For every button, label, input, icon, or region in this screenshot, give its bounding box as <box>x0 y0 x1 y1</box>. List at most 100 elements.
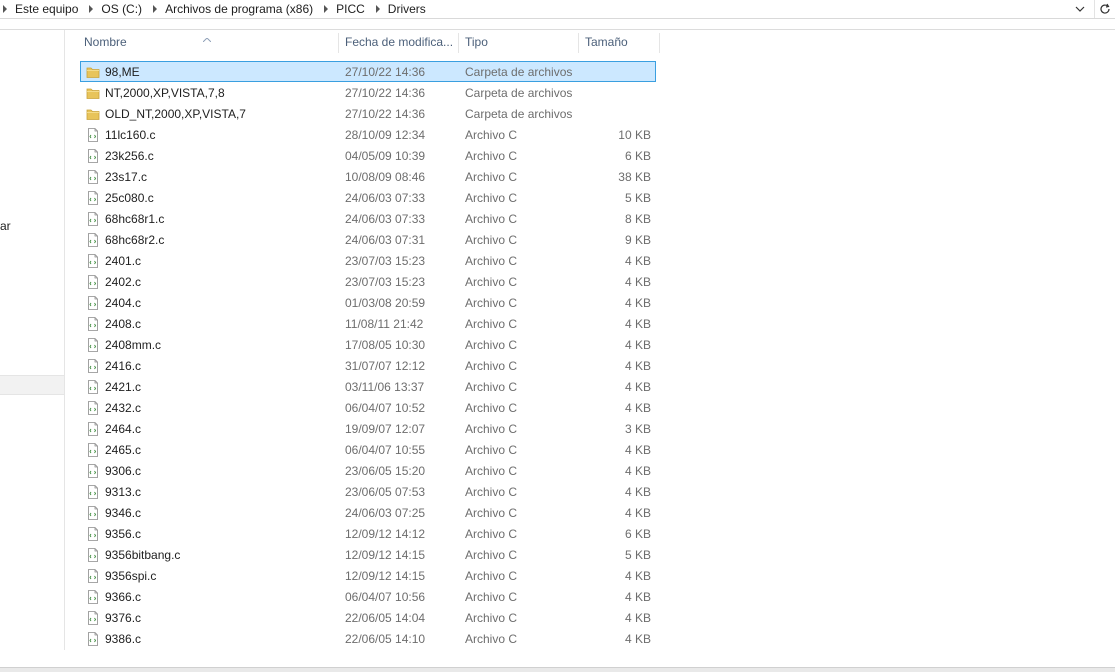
file-date: 10/08/09 08:46 <box>345 170 426 184</box>
file-date: 27/10/22 14:36 <box>345 107 426 121</box>
refresh-button[interactable] <box>1094 0 1115 18</box>
c-file-icon <box>86 485 100 499</box>
file-type: Archivo C <box>465 506 518 520</box>
file-size: 38 KB <box>618 170 651 184</box>
c-file-icon <box>86 380 100 394</box>
file-type: Archivo C <box>465 212 518 226</box>
file-date: 24/06/03 07:33 <box>345 212 426 226</box>
file-size: 5 KB <box>624 191 651 205</box>
c-file-icon <box>86 317 100 331</box>
c-file-icon <box>86 170 100 184</box>
file-name: 2421.c <box>105 380 142 394</box>
file-row[interactable]: 9306.c 23/06/05 15:20 Archivo C 4 KB <box>80 460 656 481</box>
folder-row[interactable]: NT,2000,XP,VISTA,7,8 27/10/22 14:36 Carpet… <box>80 82 656 103</box>
file-name: 9356bitbang.c <box>105 548 181 562</box>
file-row[interactable]: 2408mm.c 17/08/05 10:30 Archivo C 4 KB <box>80 334 656 355</box>
file-type: Carpeta de archivos <box>465 107 573 121</box>
file-date: 27/10/22 14:36 <box>345 86 426 100</box>
file-row[interactable]: 2402.c 23/07/03 15:23 Archivo C 4 KB <box>80 271 656 292</box>
file-row[interactable]: 2464.c 19/09/07 12:07 Archivo C 3 KB <box>80 418 656 439</box>
file-row[interactable]: 9346.c 24/06/03 07:25 Archivo C 4 KB <box>80 502 656 523</box>
file-size: 4 KB <box>624 569 651 583</box>
file-name: 9356spi.c <box>105 569 157 583</box>
c-file-icon <box>86 212 100 226</box>
c-file-icon <box>86 464 100 478</box>
file-row[interactable]: 9366.c 06/04/07 10:56 Archivo C 4 KB <box>80 586 656 607</box>
chevron-right-icon[interactable] <box>153 5 158 13</box>
file-row[interactable]: 9356.c 12/09/12 14:12 Archivo C 6 KB <box>80 523 656 544</box>
address-bar[interactable]: Este equipo OS (C:) Archivos de programa… <box>0 0 1115 19</box>
file-name: 2401.c <box>105 254 142 268</box>
chevron-right-icon[interactable] <box>324 5 329 13</box>
address-history-button[interactable] <box>1071 0 1089 18</box>
file-type: Archivo C <box>465 422 518 436</box>
column-header-date[interactable]: Fecha de modifica... <box>339 33 459 53</box>
file-type: Archivo C <box>465 548 518 562</box>
c-file-icon <box>86 422 100 436</box>
chevron-right-icon[interactable] <box>375 5 380 13</box>
file-name: 98,ME <box>105 65 140 79</box>
file-type: Archivo C <box>465 527 518 541</box>
file-size: 5 KB <box>624 548 651 562</box>
column-headers: Nombre Fecha de modifica... Tipo Tamaño <box>78 33 660 53</box>
file-row[interactable]: 2432.c 06/04/07 10:52 Archivo C 4 KB <box>80 397 656 418</box>
file-date: 27/10/22 14:36 <box>345 65 426 79</box>
file-row[interactable]: 2408.c 11/08/11 21:42 Archivo C 4 KB <box>80 313 656 334</box>
file-row[interactable]: 11lc160.c 28/10/09 12:34 Archivo C 10 KB <box>80 124 656 145</box>
file-row[interactable]: 2465.c 06/04/07 10:55 Archivo C 4 KB <box>80 439 656 460</box>
folder-row[interactable]: OLD_NT,2000,XP,VISTA,7 27/10/22 14:36 Carp… <box>80 103 656 124</box>
file-name: 9376.c <box>105 611 142 625</box>
file-date: 24/06/03 07:33 <box>345 191 426 205</box>
file-row[interactable]: 23s17.c 10/08/09 08:46 Archivo C 38 KB <box>80 166 656 187</box>
breadcrumb-item-drivers[interactable]: Drivers <box>373 0 434 18</box>
file-type: Archivo C <box>465 380 518 394</box>
c-file-icon <box>86 359 100 373</box>
file-size: 4 KB <box>624 485 651 499</box>
file-name: 9366.c <box>105 590 142 604</box>
file-row[interactable]: 2421.c 03/11/06 13:37 Archivo C 4 KB <box>80 376 656 397</box>
file-row[interactable]: 2416.c 31/07/07 12:12 Archivo C 4 KB <box>80 355 656 376</box>
file-row[interactable]: 9376.c 22/06/05 14:04 Archivo C 4 KB <box>80 607 656 628</box>
c-file-icon <box>86 275 100 289</box>
file-row[interactable]: 9356bitbang.c 12/09/12 14:15 Archivo C 5 KB <box>80 544 656 565</box>
chevron-right-icon[interactable] <box>89 5 94 13</box>
nav-item-partial[interactable]: ar <box>0 219 11 233</box>
c-file-icon <box>86 296 100 310</box>
breadcrumb-item-archivos-de-programa[interactable]: Archivos de programa (x86) <box>150 0 321 18</box>
file-row[interactable]: 68hc68r2.c 24/06/03 07:31 Archivo C 9 KB <box>80 229 656 250</box>
file-row[interactable]: 2404.c 01/03/08 20:59 Archivo C 4 KB <box>80 292 656 313</box>
file-type: Archivo C <box>465 464 518 478</box>
c-file-icon <box>86 506 100 520</box>
file-size: 4 KB <box>624 632 651 646</box>
file-name: NT,2000,XP,VISTA,7,8 <box>105 86 225 100</box>
file-row[interactable]: 23k256.c 04/05/09 10:39 Archivo C 6 KB <box>80 145 656 166</box>
file-date: 28/10/09 12:34 <box>345 128 426 142</box>
file-row[interactable]: 25c080.c 24/06/03 07:33 Archivo C 5 KB <box>80 187 656 208</box>
column-header-type[interactable]: Tipo <box>459 33 579 53</box>
breadcrumb-item-picc[interactable]: PICC <box>321 0 373 18</box>
file-row[interactable]: 9356spi.c 12/09/12 14:15 Archivo C 4 KB <box>80 565 656 586</box>
file-size: 4 KB <box>624 401 651 415</box>
file-date: 06/04/07 10:52 <box>345 401 426 415</box>
file-row[interactable]: 9313.c 23/06/05 07:53 Archivo C 4 KB <box>80 481 656 502</box>
navigation-pane[interactable]: ar <box>0 30 65 650</box>
c-file-icon <box>86 254 100 268</box>
file-row[interactable]: 68hc68r1.c 24/06/03 07:33 Archivo C 8 KB <box>80 208 656 229</box>
breadcrumb-item-os-c[interactable]: OS (C:) <box>86 0 150 18</box>
file-date: 12/09/12 14:15 <box>345 548 426 562</box>
folder-row[interactable]: 98,ME 27/10/22 14:36 Carpeta de archivos <box>80 61 656 82</box>
file-row[interactable]: 9386.c 22/06/05 14:10 Archivo C 4 KB <box>80 628 656 649</box>
nav-item-selected[interactable] <box>0 375 64 395</box>
file-date: 06/04/07 10:56 <box>345 590 426 604</box>
breadcrumb-item-este-equipo[interactable]: Este equipo <box>0 0 86 18</box>
column-header-name[interactable]: Nombre <box>78 33 339 53</box>
file-size: 10 KB <box>618 128 651 142</box>
c-file-icon <box>86 527 100 541</box>
column-header-size[interactable]: Tamaño <box>579 33 660 53</box>
file-date: 19/09/07 12:07 <box>345 422 426 436</box>
file-type: Carpeta de archivos <box>465 65 573 79</box>
file-date: 06/04/07 10:55 <box>345 443 426 457</box>
file-row[interactable]: 2401.c 23/07/03 15:23 Archivo C 4 KB <box>80 250 656 271</box>
chevron-right-icon[interactable] <box>3 5 7 13</box>
file-type: Archivo C <box>465 632 518 646</box>
